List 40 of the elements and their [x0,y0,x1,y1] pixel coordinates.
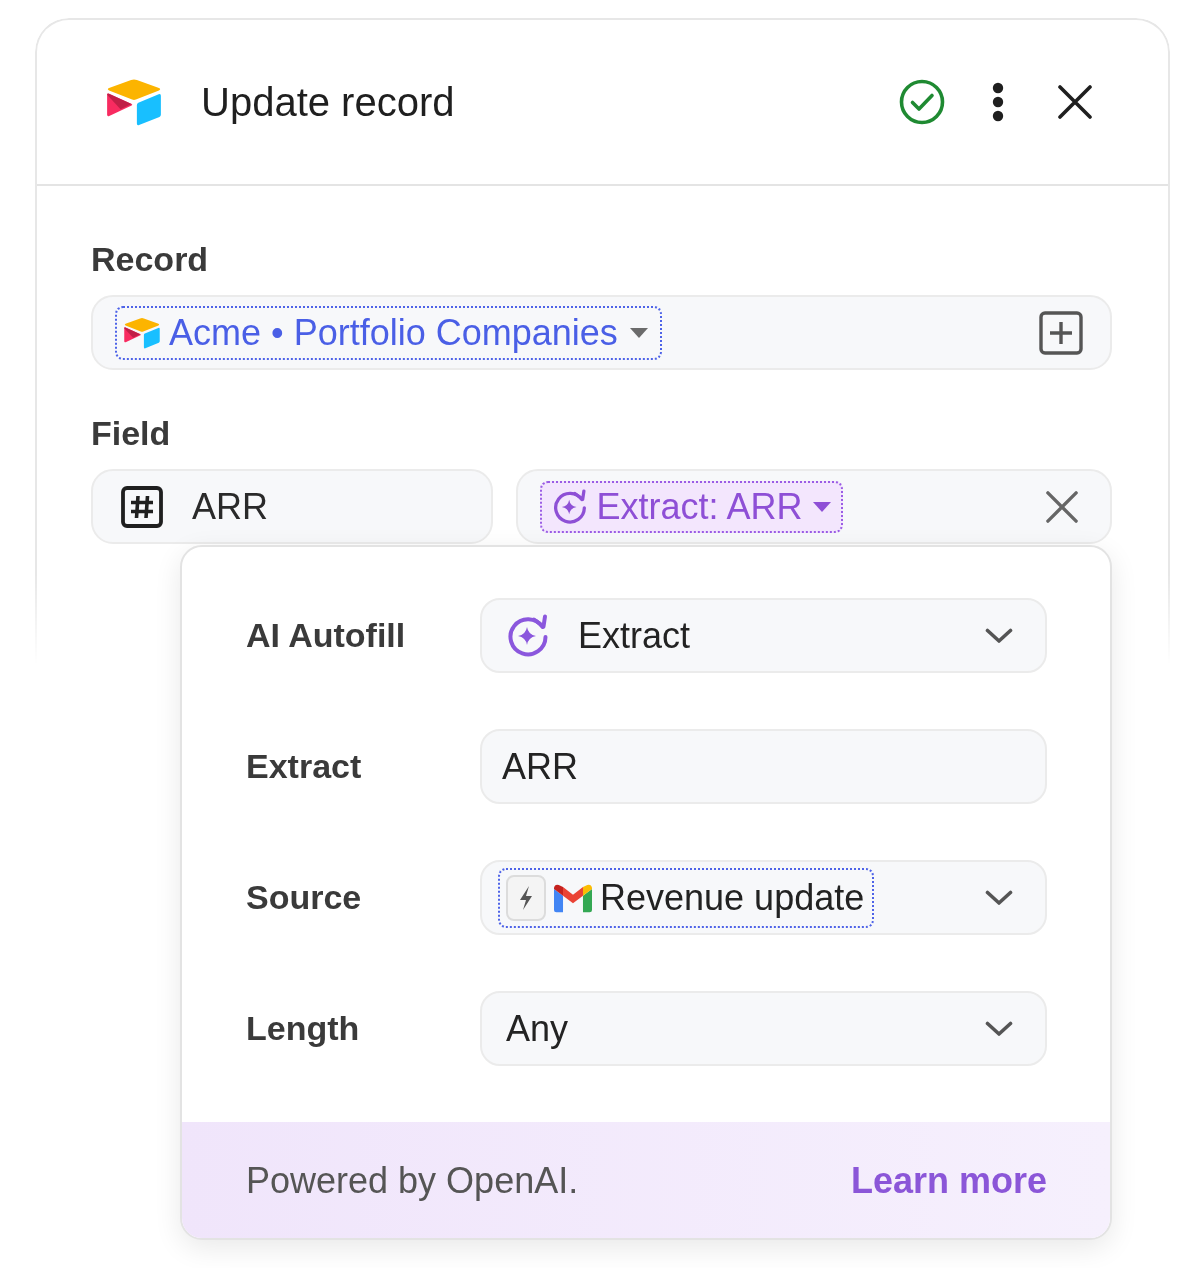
close-button[interactable] [1058,85,1092,119]
learn-more-link[interactable]: Learn more [850,1154,1047,1208]
record-picker[interactable]: Acme • Portfolio Companies [115,305,662,360]
plus-square-icon [1039,310,1083,355]
dialog-title: Update record [201,79,455,126]
chevron-down-icon [985,889,1013,906]
check-circle-icon [899,79,945,125]
source-select[interactable]: Revenue update [480,860,1047,935]
kebab-icon [992,82,1004,122]
field-label: AI Autofill [246,615,407,656]
field-label: Length [246,1008,361,1049]
source-chip[interactable]: Revenue update [498,867,875,928]
record-field[interactable]: Acme • Portfolio Companies [91,295,1112,370]
add-button[interactable] [1039,310,1083,355]
sparkle-refresh-icon [552,488,589,525]
close-icon [1046,490,1078,523]
select-field[interactable]: Any [480,991,1047,1066]
field-label: Source [246,877,363,918]
footer-text: Powered by OpenAI. [246,1159,579,1203]
logo-icon [105,78,163,126]
bolt-icon [506,874,546,921]
autofill-chip[interactable]: Extract: ARR [540,480,843,533]
field-label: Extract [246,746,363,787]
autofill-field[interactable]: Extract: ARR [516,469,1112,544]
sparkle-refresh-icon [506,613,550,658]
text-input[interactable]: ARR [480,729,1047,804]
field-select[interactable]: ARR [91,469,494,544]
hash-icon [121,485,163,528]
field-label: Record [91,239,210,280]
mail-logo-icon [554,882,592,913]
clear-button[interactable] [1046,490,1078,523]
chevron-down-icon [985,1020,1013,1037]
more-button[interactable] [992,82,1004,122]
logo-icon [123,316,161,349]
chevron-down-icon [985,627,1013,644]
close-icon [1058,85,1092,119]
autofill-select[interactable]: Extract [480,598,1047,673]
caret-icon [812,501,831,512]
field-label: Field [91,413,172,454]
caret-icon [629,327,648,338]
